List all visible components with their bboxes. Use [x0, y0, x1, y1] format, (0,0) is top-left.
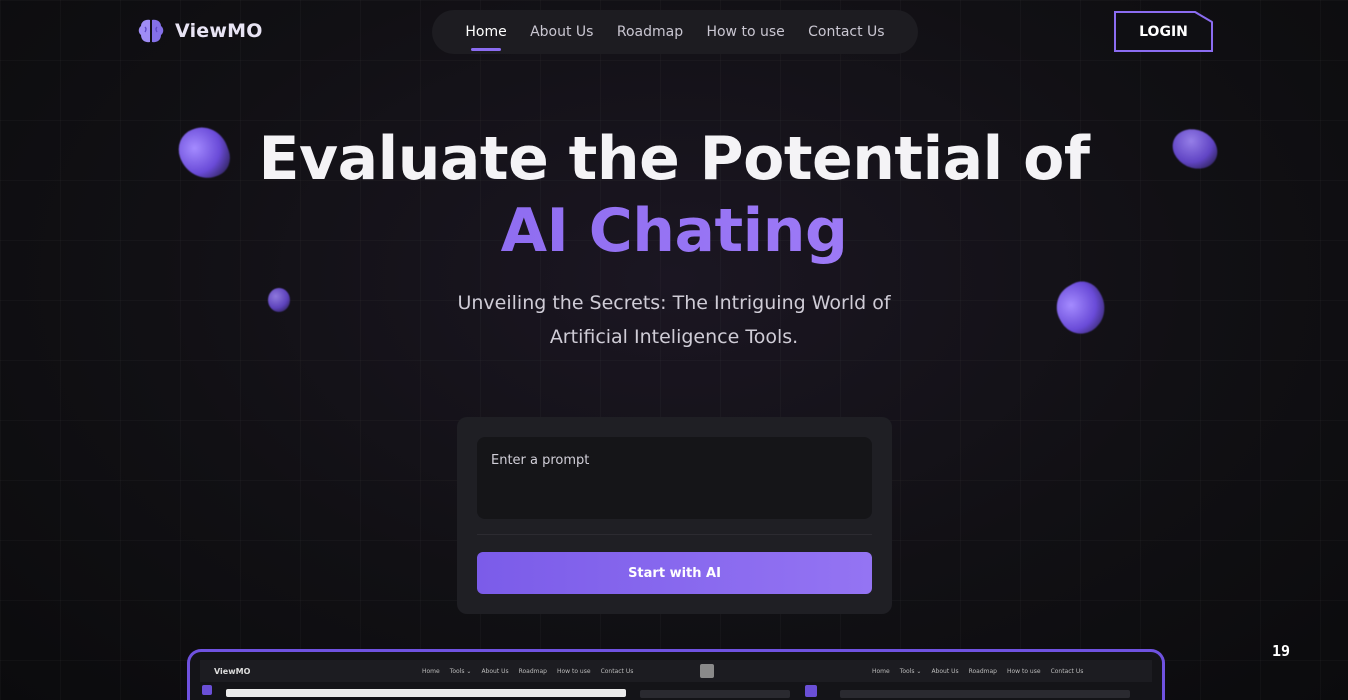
- preview-avatar: [700, 664, 714, 678]
- preview-nav-item: Tools ⌄: [449, 667, 472, 675]
- hero-subtitle-line-1: Unveiling the Secrets: The Intriguing Wo…: [457, 292, 891, 314]
- preview-logo: ViewMO: [214, 666, 251, 676]
- nav-item-home[interactable]: Home: [465, 24, 507, 51]
- preview-content-strip: [640, 690, 790, 698]
- preview-nav-item: Contact Us: [1050, 667, 1084, 675]
- hero-title: Evaluate the Potential of: [258, 124, 1090, 194]
- login-button[interactable]: LOGIN: [1114, 11, 1213, 52]
- preview-nav-item: Roadmap: [518, 667, 547, 675]
- page-number: 19: [1272, 642, 1291, 660]
- main-nav: Home About Us Roadmap How to use Contact…: [432, 10, 918, 54]
- hero-subtitle-line-2: Artificial Inteligence Tools.: [549, 326, 799, 348]
- preview-sidebar-icon: [202, 685, 212, 695]
- preview-nav-item: Home: [872, 667, 890, 675]
- nav-item-how-to-use[interactable]: How to use: [706, 24, 784, 40]
- card-divider: [477, 534, 872, 535]
- preview-nav-item: About Us: [931, 667, 959, 675]
- preview-nav-item: Contact Us: [600, 667, 634, 675]
- preview-nav-item: Roadmap: [968, 667, 997, 675]
- preview-nav-item: How to use: [1007, 667, 1041, 675]
- prompt-input[interactable]: [477, 437, 872, 519]
- preview-nav-item: About Us: [481, 667, 509, 675]
- hero-subtitle: Unveiling the Secrets: The Intriguing Wo…: [0, 286, 1348, 354]
- preview-content-strip: [226, 689, 626, 697]
- prompt-card: Start with AI: [457, 417, 892, 614]
- preview-nav-item: Home: [422, 667, 440, 675]
- nav-item-about-us[interactable]: About Us: [530, 24, 593, 40]
- preview-sidebar-icon: [805, 685, 817, 697]
- preview-nav-item: How to use: [557, 667, 591, 675]
- preview-nav-right: Home Tools ⌄ About Us Roadmap How to use…: [872, 668, 1083, 675]
- preview-content-strip: [840, 690, 1130, 698]
- dashboard-preview: ViewMO Home Tools ⌄ About Us Roadmap How…: [187, 649, 1165, 700]
- nav-item-roadmap[interactable]: Roadmap: [617, 24, 683, 40]
- preview-top-bar: ViewMO Home Tools ⌄ About Us Roadmap How…: [200, 660, 1152, 682]
- brand-logo[interactable]: ViewMO: [136, 16, 263, 46]
- nav-item-contact-us[interactable]: Contact Us: [808, 24, 884, 40]
- start-with-ai-button[interactable]: Start with AI: [477, 552, 872, 594]
- preview-nav-left: Home Tools ⌄ About Us Roadmap How to use…: [422, 668, 633, 675]
- brain-icon: [138, 19, 164, 43]
- preview-nav-item: Tools ⌄: [899, 667, 922, 675]
- brand-name: ViewMO: [175, 20, 263, 42]
- hero-title-accent: AI Chating: [0, 196, 1348, 266]
